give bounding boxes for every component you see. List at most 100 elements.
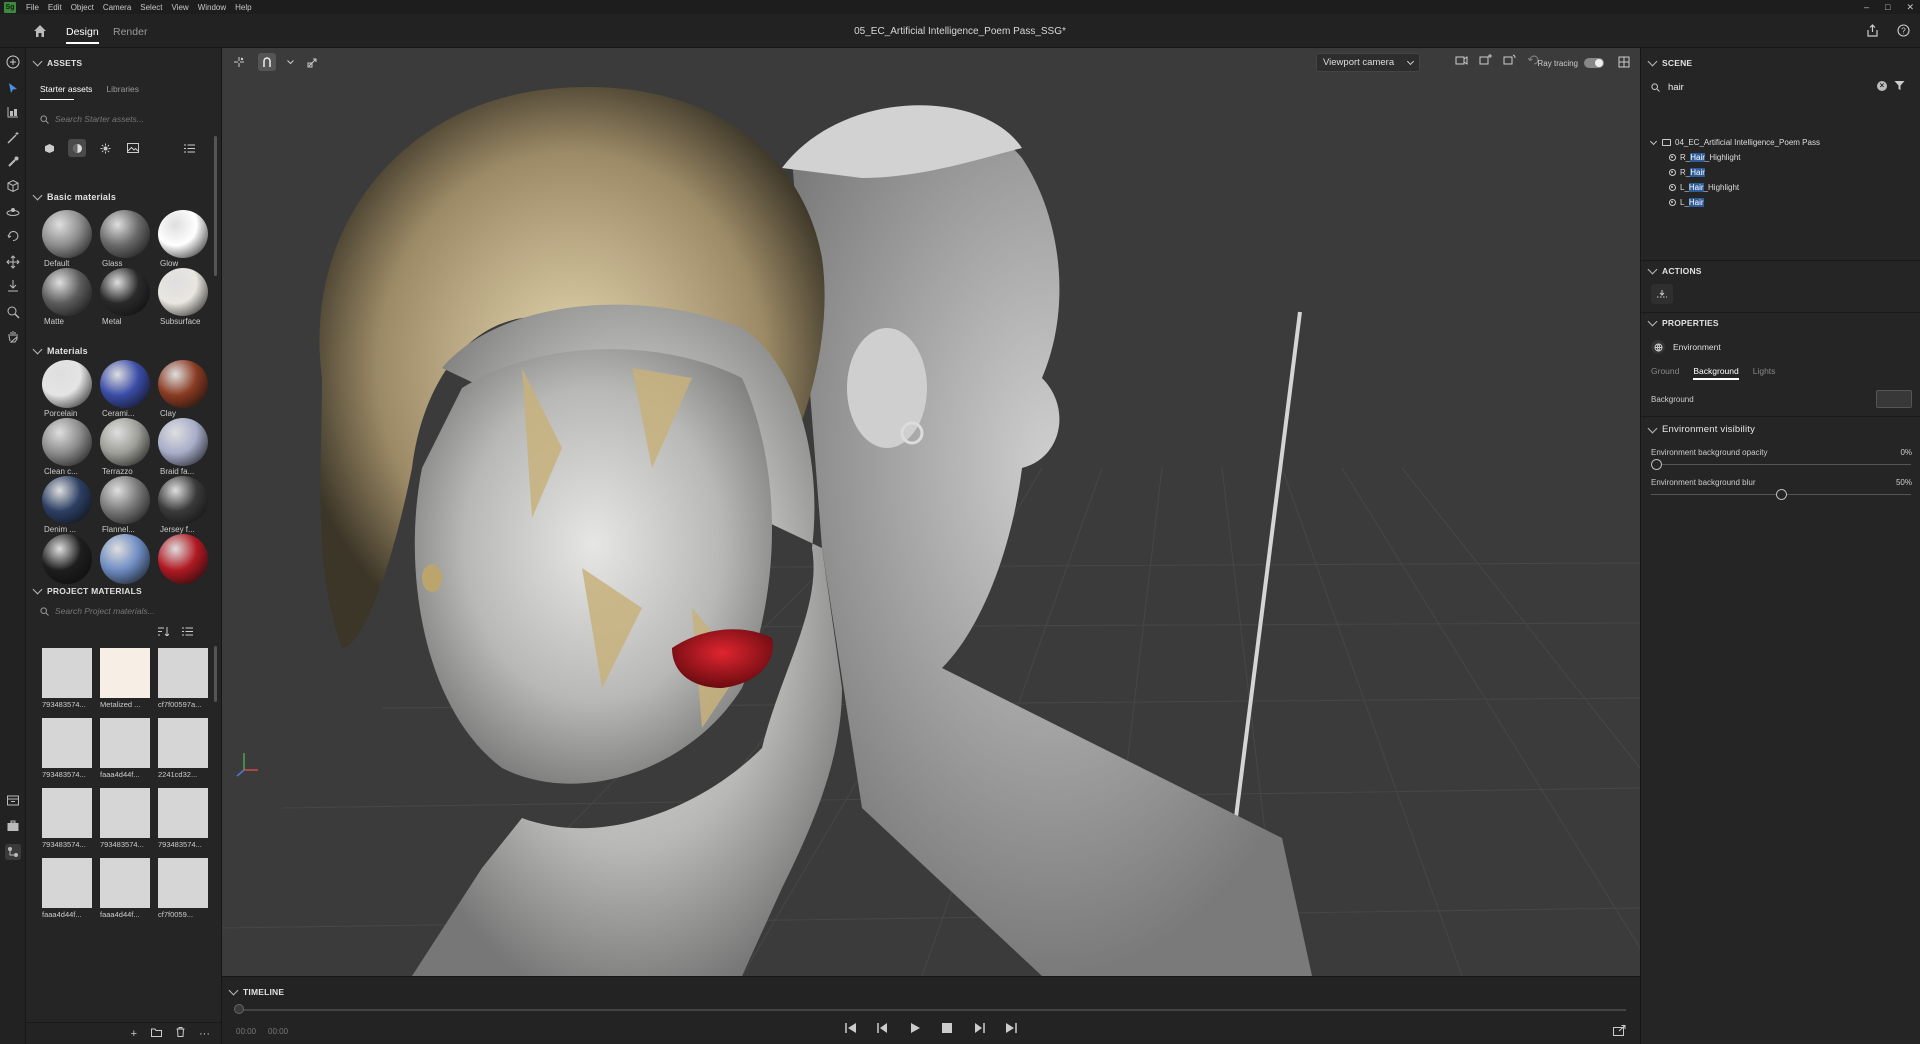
step-back-icon[interactable]	[876, 1021, 890, 1035]
project-materials-toggle[interactable]: PROJECT MATERIALS	[32, 584, 142, 596]
materials-toggle[interactable]: Materials	[32, 344, 88, 356]
tree-item-r-hair[interactable]: R_Hair	[1669, 168, 1705, 177]
magic-wand-icon[interactable]	[5, 130, 21, 146]
tab-background[interactable]: Background	[1693, 366, 1740, 380]
menu-object[interactable]: Object	[71, 3, 94, 12]
material-tile[interactable]: Clean c...	[40, 418, 94, 476]
delete-button[interactable]	[176, 1027, 185, 1040]
blur-slider-knob[interactable]	[1775, 489, 1787, 500]
help-icon[interactable]: ?	[1897, 24, 1910, 40]
material-tile[interactable]	[40, 534, 94, 592]
background-color-swatch[interactable]	[1876, 390, 1912, 408]
project-search[interactable]: Search Project materials...	[34, 602, 210, 620]
project-list-view-icon[interactable]	[182, 627, 193, 639]
menu-edit[interactable]: Edit	[48, 3, 62, 12]
basic-material-tile[interactable]: Glass	[98, 210, 152, 268]
snap-icon[interactable]	[258, 53, 276, 71]
scene-graph-icon[interactable]	[5, 844, 21, 860]
tree-item-l-hair-highlight[interactable]: L_Hair_Highlight	[1669, 183, 1739, 192]
timeline-track[interactable]	[236, 1009, 1626, 1011]
sort-icon[interactable]	[158, 627, 170, 639]
project-scrollbar[interactable]	[214, 646, 217, 702]
viewport-camera-select[interactable]: Viewport camera	[1316, 53, 1420, 72]
project-material-tile[interactable]: 793483574...	[156, 788, 210, 852]
frame-icon[interactable]	[230, 53, 248, 71]
skip-start-icon[interactable]	[844, 1021, 858, 1035]
project-material-tile[interactable]: Metalized ...	[98, 648, 152, 712]
tab-lights[interactable]: Lights	[1753, 366, 1776, 376]
zoom-tool-icon[interactable]	[5, 304, 21, 320]
scene-render[interactable]	[222, 48, 1640, 976]
lights-filter-icon[interactable]	[96, 139, 114, 157]
add-material-button[interactable]: +	[131, 1028, 137, 1040]
list-view-icon[interactable]	[180, 139, 198, 157]
properties-toggle[interactable]: PROPERTIES	[1647, 316, 1719, 328]
maximize-button[interactable]: □	[1885, 2, 1890, 12]
camera-bookmark-icon[interactable]	[1455, 54, 1468, 69]
menu-view[interactable]: View	[172, 3, 189, 12]
add-icon[interactable]	[5, 54, 21, 70]
tree-item-r-hair-highlight[interactable]: R_Hair_Highlight	[1669, 153, 1740, 162]
camera-add-icon[interactable]	[1479, 54, 1492, 69]
close-button[interactable]: ✕	[1906, 2, 1914, 13]
ray-tracing-toggle[interactable]	[1584, 58, 1604, 68]
transform-icon[interactable]	[304, 53, 322, 71]
material-tile[interactable]: Flannel...	[98, 476, 152, 534]
basic-materials-toggle[interactable]: Basic materials	[32, 190, 116, 202]
project-material-tile[interactable]: 793483574...	[40, 648, 94, 712]
more-button[interactable]: ···	[199, 1028, 210, 1040]
cube-tool-icon[interactable]	[5, 178, 21, 194]
menu-select[interactable]: Select	[140, 3, 162, 12]
opacity-slider-track[interactable]	[1651, 464, 1911, 465]
filter-icon[interactable]	[1894, 80, 1905, 94]
menu-camera[interactable]: Camera	[103, 3, 131, 12]
minimize-button[interactable]: –	[1864, 2, 1869, 12]
basic-material-tile[interactable]: Default	[40, 210, 94, 268]
align-tool-icon[interactable]	[5, 104, 21, 120]
play-icon[interactable]	[908, 1021, 922, 1035]
step-forward-icon[interactable]	[972, 1021, 986, 1035]
material-tile[interactable]: Porcelain	[40, 360, 94, 418]
project-material-tile[interactable]: 793483574...	[98, 788, 152, 852]
folder-button[interactable]	[151, 1028, 162, 1040]
material-tile[interactable]: Denim ...	[40, 476, 94, 534]
tree-item-l-hair[interactable]: L_Hair	[1669, 198, 1704, 207]
basic-material-tile[interactable]: Subsurface	[156, 268, 210, 326]
project-material-tile[interactable]: faaa4d44f...	[98, 718, 152, 782]
environment-row[interactable]: Environment	[1651, 340, 1721, 354]
project-material-tile[interactable]: faaa4d44f...	[40, 858, 94, 922]
timeline-toggle[interactable]: TIMELINE	[228, 985, 284, 997]
material-tile[interactable]: Clay	[156, 360, 210, 418]
export-icon[interactable]	[1613, 1025, 1626, 1039]
environment-visibility-toggle[interactable]: Environment visibility	[1647, 423, 1755, 435]
clear-search-icon[interactable]: ×	[1877, 81, 1887, 91]
tree-root[interactable]: 04_EC_Artificial Intelligence_Poem Pass	[1649, 137, 1820, 147]
ray-tracing-control[interactable]: Ray tracing	[1538, 56, 1630, 70]
skip-end-icon[interactable]	[1004, 1021, 1018, 1035]
project-material-tile[interactable]: faaa4d44f...	[98, 858, 152, 922]
starter-search[interactable]: Search Starter assets...	[34, 110, 210, 128]
archive-icon[interactable]	[5, 792, 21, 808]
timeline-playhead[interactable]	[234, 1004, 244, 1014]
menu-window[interactable]: Window	[198, 3, 226, 12]
materials-filter-icon[interactable]	[68, 139, 86, 157]
briefcase-icon[interactable]	[5, 818, 21, 834]
assets-scrollbar[interactable]	[214, 136, 217, 276]
camera-sync-icon[interactable]	[1503, 54, 1516, 69]
select-tool-icon[interactable]	[5, 80, 21, 96]
material-tile[interactable]	[98, 534, 152, 592]
project-material-tile[interactable]: 793483574...	[40, 788, 94, 852]
drop-to-ground-icon[interactable]	[5, 278, 21, 294]
basic-material-tile[interactable]: Matte	[40, 268, 94, 326]
material-tile[interactable]: Terrazzo	[98, 418, 152, 476]
models-filter-icon[interactable]	[40, 139, 58, 157]
tab-ground[interactable]: Ground	[1651, 366, 1679, 376]
scene-search[interactable]: hair ×	[1651, 78, 1909, 96]
material-tile[interactable]	[156, 534, 210, 592]
material-tile[interactable]: Cerami...	[98, 360, 152, 418]
tab-libraries[interactable]: Libraries	[106, 84, 139, 94]
menu-file[interactable]: File	[26, 3, 39, 12]
actions-toggle[interactable]: ACTIONS	[1647, 264, 1702, 276]
scene-toggle[interactable]: SCENE	[1647, 56, 1692, 68]
tab-starter-assets[interactable]: Starter assets	[40, 84, 92, 94]
